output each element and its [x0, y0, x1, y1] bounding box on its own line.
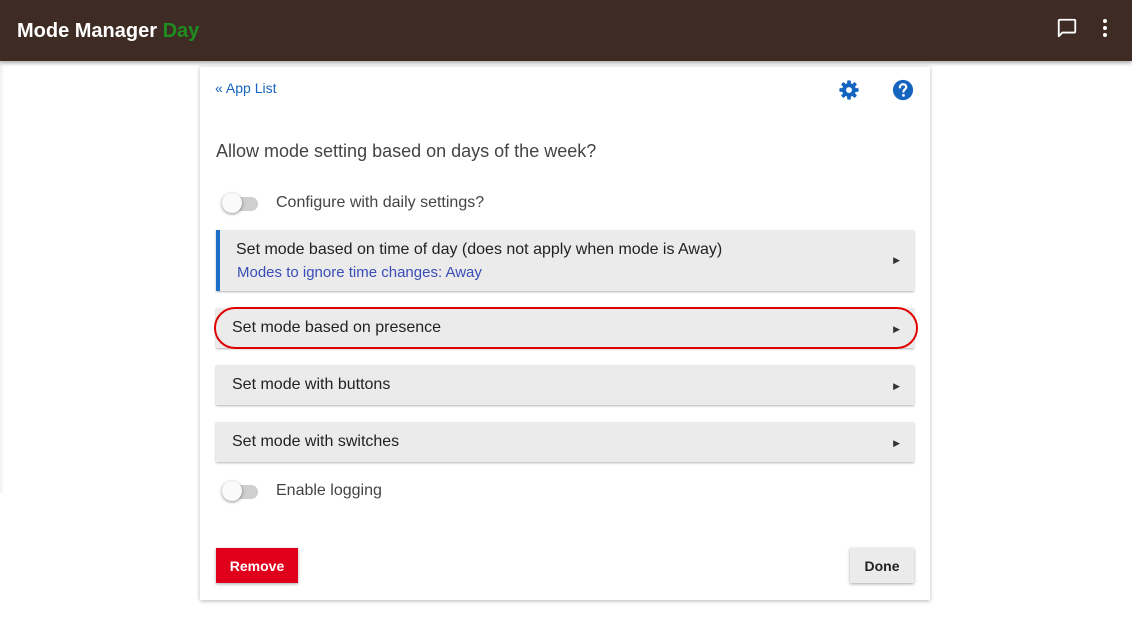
- presence-label: Set mode based on presence: [232, 319, 442, 336]
- chevron-right-icon: ▶: [893, 438, 900, 448]
- daily-settings-label: Configure with daily settings?: [276, 194, 485, 211]
- settings-card: « App List Allow mode setting based on d: [200, 67, 930, 600]
- more-vert-icon[interactable]: [1096, 17, 1114, 44]
- time-of-day-label: Set mode based on time of day (does not …: [236, 241, 723, 258]
- buttons-button[interactable]: Set mode with buttons ▶: [216, 365, 914, 405]
- ignore-modes-summary: Modes to ignore time changes: Away: [237, 264, 482, 281]
- app-list-link[interactable]: « App List: [215, 80, 277, 96]
- top-app-bar: Mode Manager Day: [0, 0, 1132, 61]
- app-title: Mode Manager Day: [17, 20, 199, 43]
- days-of-week-heading: Allow mode setting based on days of the …: [216, 141, 597, 161]
- chat-icon[interactable]: [1056, 17, 1078, 44]
- help-icon[interactable]: [892, 79, 914, 106]
- chevron-right-icon: ▶: [893, 324, 900, 334]
- toggle-knob: [222, 193, 242, 213]
- presence-button[interactable]: Set mode based on presence ▶: [216, 308, 914, 348]
- chevron-right-icon: ▶: [893, 255, 900, 265]
- done-button[interactable]: Done: [850, 548, 914, 583]
- chevron-right-icon: ▶: [893, 381, 900, 391]
- app-name: Mode Manager: [17, 20, 158, 42]
- switches-button[interactable]: Set mode with switches ▶: [216, 422, 914, 462]
- toggle-knob: [222, 481, 242, 501]
- buttons-label: Set mode with buttons: [232, 376, 391, 393]
- switches-label: Set mode with switches: [232, 433, 400, 450]
- gear-icon[interactable]: [838, 79, 860, 106]
- logging-label: Enable logging: [276, 482, 382, 499]
- current-mode: Day: [162, 20, 200, 42]
- time-of-day-button[interactable]: Set mode based on time of day (does not …: [216, 230, 914, 291]
- left-panel-edge: [0, 61, 4, 493]
- remove-button[interactable]: Remove: [216, 548, 298, 583]
